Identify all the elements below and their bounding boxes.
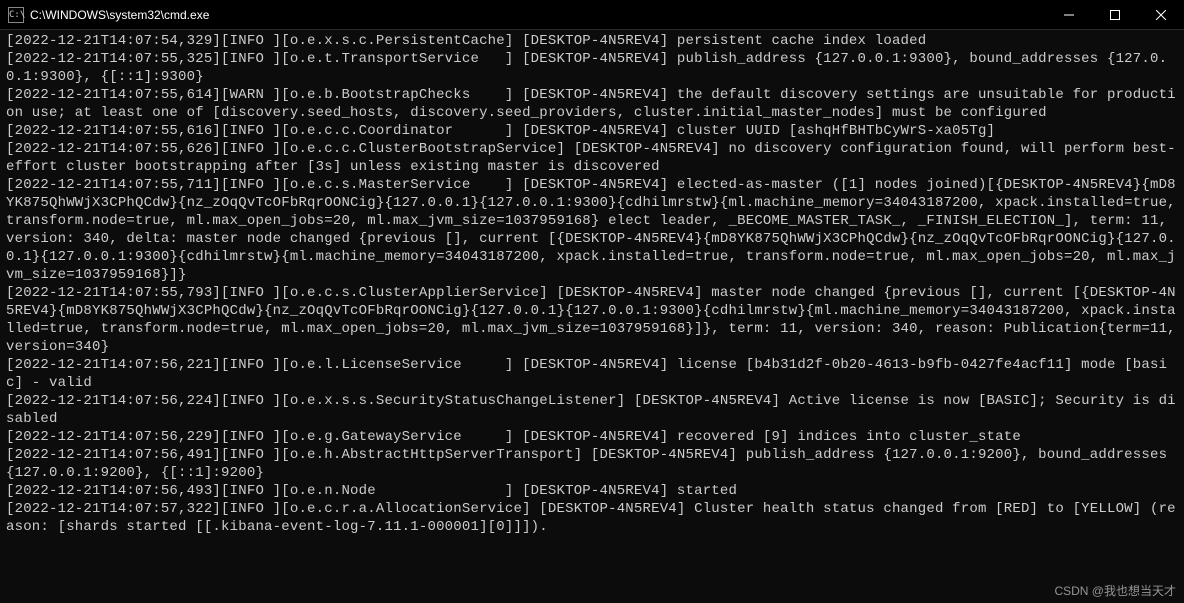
log-line: [2022-12-21T14:07:55,626][INFO ][o.e.c.c…: [6, 140, 1178, 176]
log-line: [2022-12-21T14:07:56,221][INFO ][o.e.l.L…: [6, 356, 1178, 392]
minimize-button[interactable]: [1046, 0, 1092, 29]
watermark-text: CSDN @我也想当天才: [1054, 582, 1176, 599]
log-line: [2022-12-21T14:07:55,711][INFO ][o.e.c.s…: [6, 176, 1178, 284]
log-line: [2022-12-21T14:07:54,329][INFO ][o.e.x.s…: [6, 32, 1178, 50]
log-line: [2022-12-21T14:07:55,614][WARN ][o.e.b.B…: [6, 86, 1178, 122]
log-line: [2022-12-21T14:07:55,325][INFO ][o.e.t.T…: [6, 50, 1178, 86]
close-button[interactable]: [1138, 0, 1184, 29]
log-line: [2022-12-21T14:07:57,322][INFO ][o.e.c.r…: [6, 500, 1178, 536]
window-controls: [1046, 0, 1184, 29]
log-line: [2022-12-21T14:07:56,491][INFO ][o.e.h.A…: [6, 446, 1178, 482]
window-title: C:\WINDOWS\system32\cmd.exe: [30, 8, 1046, 22]
log-line: [2022-12-21T14:07:56,493][INFO ][o.e.n.N…: [6, 482, 1178, 500]
log-line: [2022-12-21T14:07:55,616][INFO ][o.e.c.c…: [6, 122, 1178, 140]
window-titlebar: C:\ C:\WINDOWS\system32\cmd.exe: [0, 0, 1184, 30]
cmd-icon: C:\: [8, 7, 24, 23]
log-line: [2022-12-21T14:07:56,229][INFO ][o.e.g.G…: [6, 428, 1178, 446]
maximize-button[interactable]: [1092, 0, 1138, 29]
terminal-output[interactable]: [2022-12-21T14:07:54,329][INFO ][o.e.x.s…: [0, 30, 1184, 538]
log-line: [2022-12-21T14:07:55,793][INFO ][o.e.c.s…: [6, 284, 1178, 356]
log-line: [2022-12-21T14:07:56,224][INFO ][o.e.x.s…: [6, 392, 1178, 428]
